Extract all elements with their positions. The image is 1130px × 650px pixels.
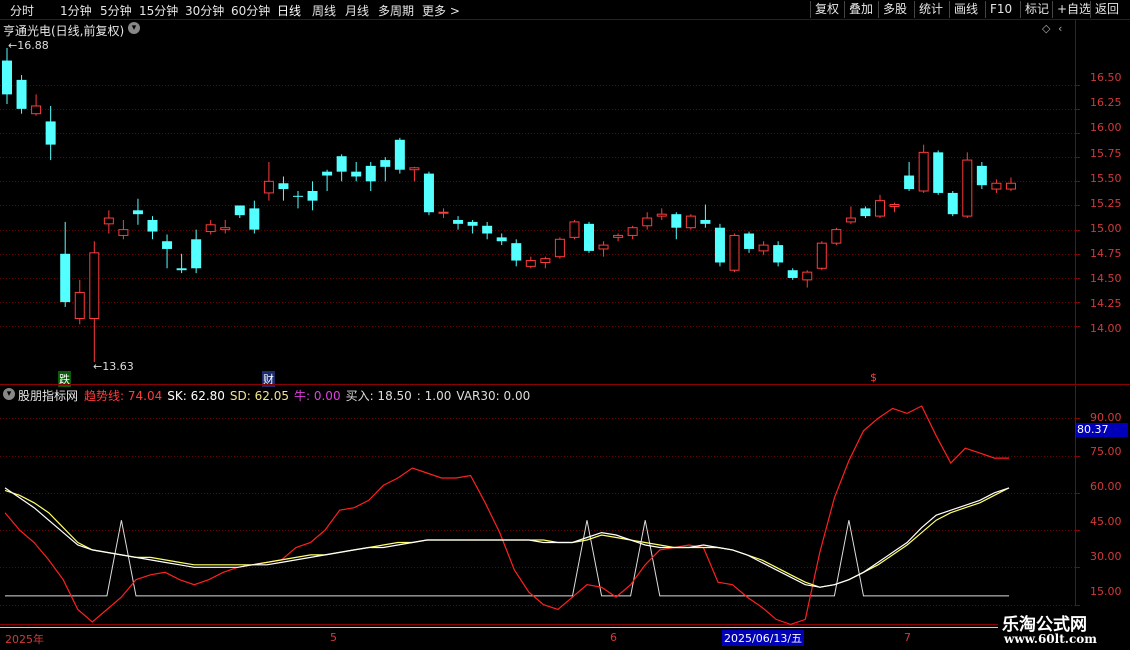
candle-body (933, 152, 944, 193)
candle-body (147, 219, 158, 232)
candle-body (729, 234, 740, 271)
chart-canvas[interactable] (0, 0, 1130, 650)
candle-body (700, 219, 711, 224)
candle-body (598, 244, 609, 250)
series-line-SD (4, 487, 1010, 588)
candle-body (511, 243, 522, 261)
candle-body (482, 225, 493, 234)
candle-body (525, 260, 536, 267)
candle-body (423, 173, 434, 213)
candle-body (89, 252, 100, 320)
candle-body (947, 192, 958, 215)
candle-body (976, 165, 987, 186)
candle-body (249, 208, 260, 230)
candle-body (845, 217, 856, 223)
candle-body (191, 239, 202, 269)
candle-body (627, 227, 638, 236)
candle-body (351, 171, 362, 177)
candle-body (816, 242, 827, 269)
candle-body (278, 183, 289, 190)
candle-body (453, 219, 464, 224)
candle-body (380, 160, 391, 167)
candle-body (584, 223, 594, 251)
candle-body (322, 171, 333, 176)
candle-body (831, 229, 842, 244)
candle-body (554, 238, 565, 258)
candle-body (758, 244, 769, 252)
candle-body (714, 227, 725, 263)
candle-body (685, 215, 696, 229)
candle-body (234, 205, 245, 216)
candle-body (875, 200, 885, 217)
series-line-SK (4, 487, 1010, 588)
candle-body (904, 175, 915, 190)
candle-body (118, 229, 129, 236)
candle-body (744, 233, 755, 249)
candle-body (132, 210, 143, 215)
candle-body (918, 151, 929, 192)
candle-body (802, 271, 813, 281)
candle-body (613, 234, 624, 238)
candle-body (293, 195, 303, 197)
candle-body (2, 60, 12, 95)
candle-body (336, 156, 347, 172)
candle-body (394, 139, 405, 170)
candle-body (162, 241, 173, 249)
candle-body (307, 190, 318, 201)
candle-body (991, 182, 1002, 190)
candle-body (31, 105, 42, 115)
candle-body (962, 159, 973, 217)
candle-body (787, 270, 798, 278)
candle-body (467, 221, 478, 226)
candle-body (569, 221, 580, 238)
candle-body (438, 211, 449, 214)
candle-body (889, 204, 900, 207)
candle-body (773, 245, 784, 263)
candle-body (496, 237, 507, 242)
candle-body (103, 217, 114, 225)
series-line-趋势线 (4, 405, 1009, 626)
candle-body (365, 165, 376, 182)
candle-body (74, 291, 85, 320)
candle-body (540, 258, 551, 263)
candle-body (656, 213, 667, 217)
candle-body (60, 253, 71, 303)
candle-body (45, 121, 56, 145)
candle-body (642, 217, 653, 227)
candle-body (263, 180, 274, 194)
watermark: 乐淘公式网 www.60lt.com (998, 606, 1130, 650)
candle-body (409, 167, 420, 171)
candle-body (220, 227, 231, 231)
candle-body (205, 224, 216, 233)
candle-body (1005, 182, 1016, 190)
candle-body (860, 208, 871, 217)
candle-body (176, 268, 187, 271)
candle-body (671, 214, 682, 228)
watermark-url: www.60lt.com (1004, 632, 1097, 646)
candle-body (16, 79, 27, 109)
